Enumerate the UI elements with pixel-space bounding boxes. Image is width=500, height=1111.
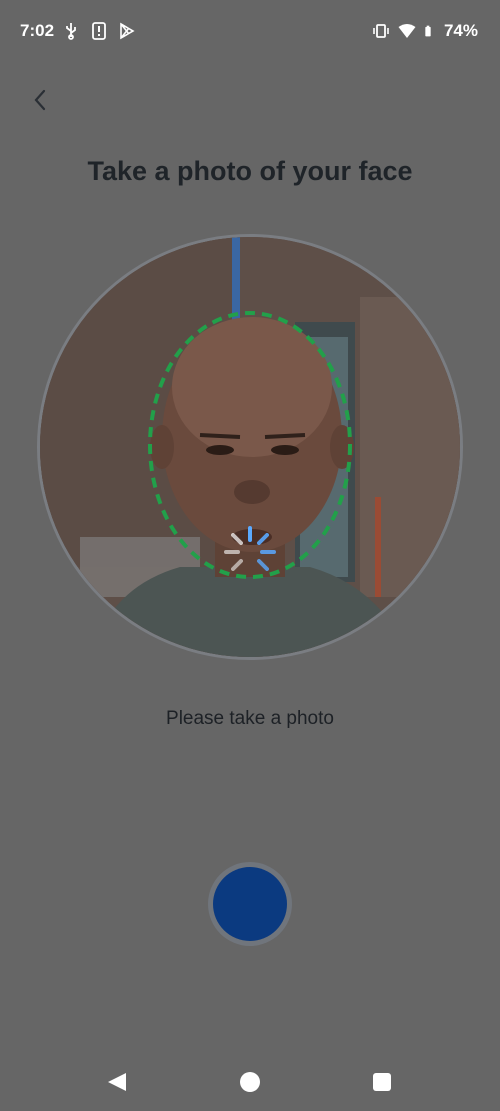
status-left-icons <box>62 22 136 40</box>
vibrate-icon <box>373 24 389 38</box>
camera-scene <box>40 237 460 657</box>
play-store-icon <box>120 22 135 40</box>
sim-alert-icon <box>92 22 106 40</box>
status-bar: 7:02 74% <box>0 0 500 62</box>
page-title: Take a photo of your face <box>87 156 413 186</box>
battery-icon <box>425 25 431 37</box>
back-button[interactable] <box>24 84 56 116</box>
system-nav-bar <box>0 1050 500 1111</box>
recents-square-icon[interactable] <box>373 1073 391 1091</box>
wifi-icon <box>398 24 416 38</box>
usb-icon <box>66 23 76 40</box>
status-right: 74% <box>372 21 478 41</box>
capture-button[interactable] <box>208 862 292 946</box>
status-time: 7:02 <box>20 21 55 40</box>
capture-button-inner <box>213 867 287 941</box>
chevron-left-icon <box>34 89 46 111</box>
camera-preview <box>40 237 460 657</box>
back-triangle-icon[interactable] <box>106 1071 128 1093</box>
home-circle-icon[interactable] <box>240 1072 260 1092</box>
battery-percent: 74% <box>443 21 478 40</box>
instruction-text: Please take a photo <box>166 708 334 729</box>
